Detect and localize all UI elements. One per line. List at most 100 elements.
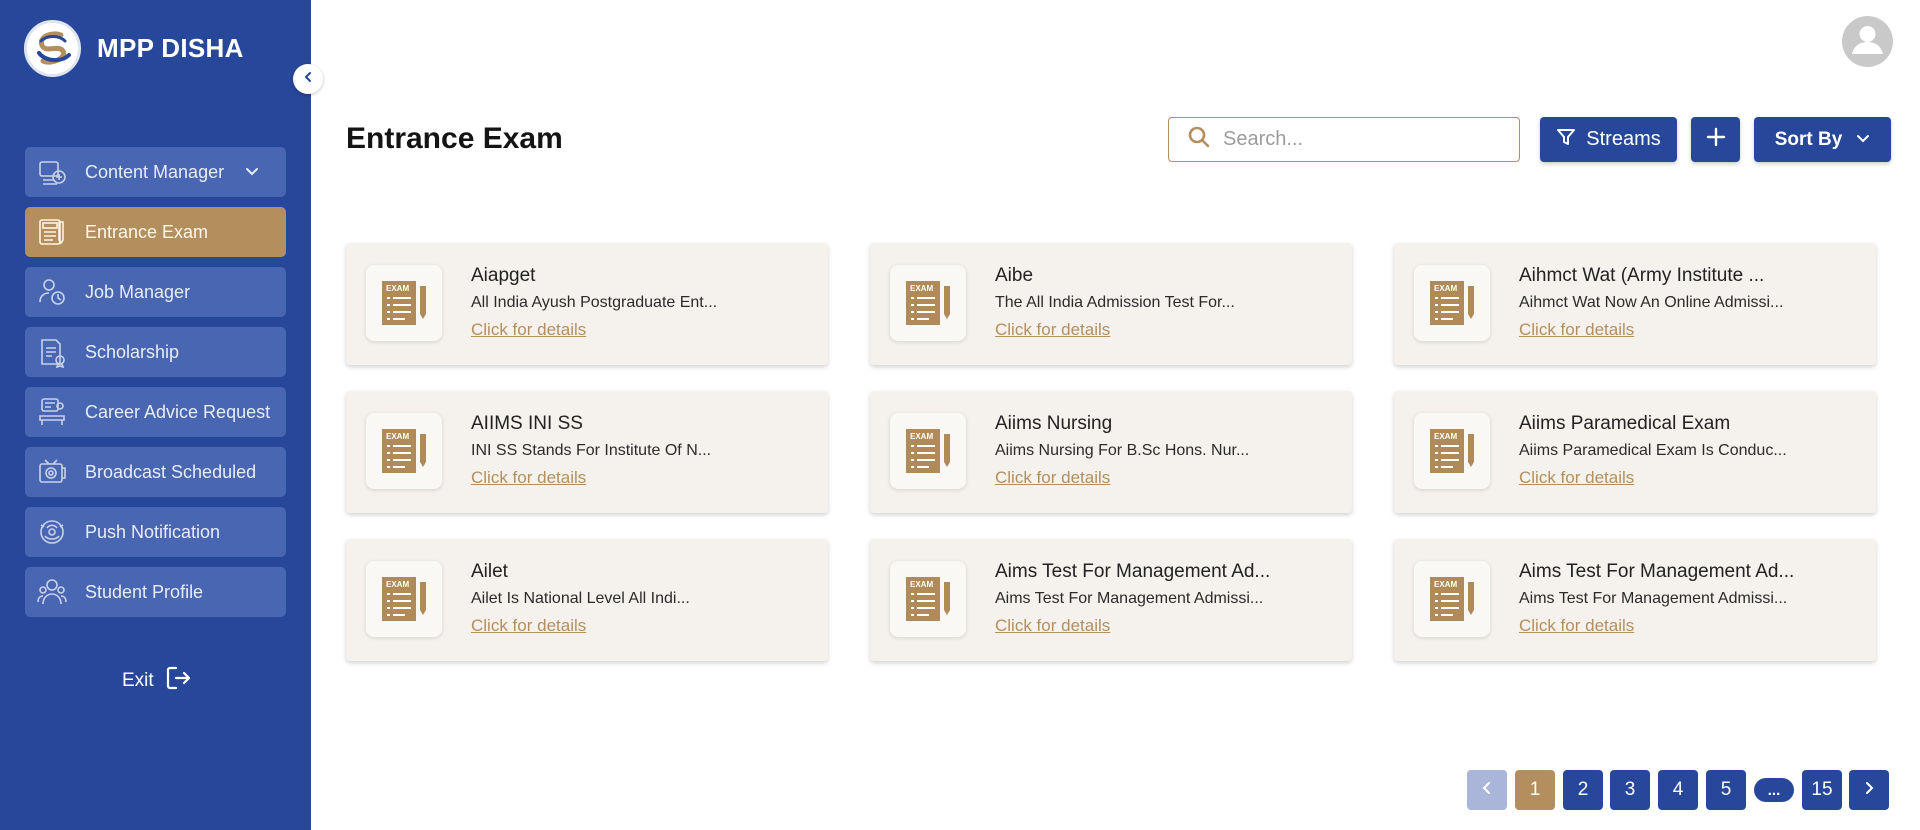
exam-label: EXAM <box>386 284 409 293</box>
exam-title: Aims Test For Management Ad... <box>995 561 1271 582</box>
details-link[interactable]: Click for details <box>1519 616 1634 636</box>
exam-label: EXAM <box>910 432 933 441</box>
career-advice-icon <box>35 395 69 429</box>
sidebar-item-student-profile[interactable]: Student Profile <box>25 567 286 617</box>
plus-icon <box>1706 127 1726 153</box>
exam-title: Aiapget <box>471 265 536 286</box>
exam-card[interactable]: EXAM Aihmct Wat (Army Institute ... Aihm… <box>1394 243 1876 365</box>
student-profile-icon <box>35 575 69 609</box>
scholarship-icon <box>35 335 69 369</box>
exam-card[interactable]: EXAM Aims Test For Management Ad... Aims… <box>870 539 1352 661</box>
exam-label: EXAM <box>910 284 933 293</box>
broadcast-icon <box>35 455 69 489</box>
pagination-page-5[interactable]: 5 <box>1706 770 1746 810</box>
filter-icon <box>1556 127 1576 153</box>
exam-icon: EXAM <box>366 561 442 637</box>
exam-title: Aiims Nursing <box>995 413 1113 434</box>
exam-card[interactable]: EXAM Aiims Nursing Aiims Nursing For B.S… <box>870 391 1352 513</box>
job-manager-icon <box>35 275 69 309</box>
exam-title: Aims Test For Management Ad... <box>1519 561 1795 582</box>
search-box[interactable] <box>1168 117 1520 162</box>
pagination-next-button[interactable] <box>1849 770 1889 810</box>
add-exam-button[interactable] <box>1691 117 1740 162</box>
sidebar: MPP DISHA Content Manager Entrance Exam … <box>0 0 311 830</box>
details-link[interactable]: Click for details <box>1519 320 1634 340</box>
exam-label: EXAM <box>386 432 409 441</box>
chevron-left-icon <box>1480 779 1494 801</box>
details-link[interactable]: Click for details <box>471 320 586 340</box>
sidebar-item-label: Entrance Exam <box>85 221 209 242</box>
user-avatar[interactable] <box>1842 16 1893 67</box>
details-link[interactable]: Click for details <box>1519 468 1634 488</box>
logo-icon <box>24 20 81 77</box>
exam-card[interactable]: EXAM Aiims Paramedical Exam Aiims Parame… <box>1394 391 1876 513</box>
exam-label: EXAM <box>910 580 933 589</box>
exam-title: AIIMS INI SS <box>471 413 583 434</box>
exam-card[interactable]: EXAM Aibe The All India Admission Test F… <box>870 243 1352 365</box>
sort-by-label: Sort By <box>1774 128 1843 150</box>
pagination-page-3[interactable]: 3 <box>1610 770 1650 810</box>
sidebar-item-broadcast-scheduled[interactable]: Broadcast Scheduled <box>25 447 286 497</box>
exit-button[interactable]: Exit <box>122 664 192 698</box>
page-title: Entrance Exam <box>346 122 563 155</box>
exam-icon: EXAM <box>366 265 442 341</box>
exam-description: The All India Admission Test For... <box>995 294 1235 311</box>
exam-description: INI SS Stands For Institute Of N... <box>471 442 712 459</box>
sidebar-item-scholarship[interactable]: Scholarship <box>25 327 286 377</box>
pagination-page-last[interactable]: 15 <box>1802 770 1842 810</box>
brand: MPP DISHA <box>24 20 244 77</box>
streams-label: Streams <box>1586 128 1661 150</box>
pagination-page-2[interactable]: 2 <box>1563 770 1603 810</box>
sidebar-item-label: Broadcast Scheduled <box>85 461 257 482</box>
sidebar-item-content-manager[interactable]: Content Manager <box>25 147 286 197</box>
exam-icon: EXAM <box>1414 413 1490 489</box>
exam-description: Aiims Paramedical Exam Is Conduc... <box>1519 442 1787 459</box>
chevron-right-icon <box>1862 779 1876 801</box>
exam-icon: EXAM <box>1414 265 1490 341</box>
search-icon <box>1187 125 1211 154</box>
sidebar-item-entrance-exam[interactable]: Entrance Exam <box>25 207 286 257</box>
exam-title: Ailet <box>471 561 508 582</box>
exam-icon: EXAM <box>890 413 966 489</box>
chevron-left-icon <box>302 70 314 88</box>
details-link[interactable]: Click for details <box>995 320 1110 340</box>
streams-filter-button[interactable]: Streams <box>1540 117 1677 162</box>
sidebar-item-job-manager[interactable]: Job Manager <box>25 267 286 317</box>
search-input[interactable] <box>1223 128 1503 151</box>
exam-card[interactable]: EXAM Aims Test For Management Ad... Aims… <box>1394 539 1876 661</box>
exit-label: Exit <box>122 670 154 691</box>
details-link[interactable]: Click for details <box>471 468 586 488</box>
pagination-prev-button[interactable] <box>1467 770 1507 810</box>
exam-description: All India Ayush Postgraduate Ent... <box>471 294 718 311</box>
details-link[interactable]: Click for details <box>995 616 1110 636</box>
sort-by-dropdown[interactable]: Sort By <box>1754 117 1891 162</box>
logout-icon <box>164 664 192 698</box>
exam-description: Aihmct Wat Now An Online Admissi... <box>1519 294 1784 311</box>
exam-description: Aiims Nursing For B.Sc Hons. Nur... <box>995 442 1250 459</box>
exam-title: Aiims Paramedical Exam <box>1519 413 1731 434</box>
exam-title: Aihmct Wat (Army Institute ... <box>1519 265 1765 286</box>
chevron-down-icon <box>244 164 260 185</box>
sidebar-item-label: Content Manager <box>85 161 225 182</box>
details-link[interactable]: Click for details <box>995 468 1110 488</box>
sidebar-item-career-advice-request[interactable]: Career Advice Request <box>25 387 286 437</box>
exam-label: EXAM <box>1434 580 1457 589</box>
exam-icon: EXAM <box>890 561 966 637</box>
exam-title: Aibe <box>995 265 1034 286</box>
user-icon <box>1842 16 1893 67</box>
sidebar-nav: Content Manager Entrance Exam Job Manage… <box>25 147 286 627</box>
exam-card[interactable]: EXAM Aiapget All India Ayush Postgraduat… <box>346 243 828 365</box>
sidebar-collapse-button[interactable] <box>293 64 323 94</box>
exam-description: Aims Test For Management Admissi... <box>995 590 1264 607</box>
details-link[interactable]: Click for details <box>471 616 586 636</box>
sidebar-item-label: Scholarship <box>85 341 180 362</box>
exam-card[interactable]: EXAM AIIMS INI SS INI SS Stands For Inst… <box>346 391 828 513</box>
sidebar-item-push-notification[interactable]: Push Notification <box>25 507 286 557</box>
pagination-ellipsis[interactable]: ... <box>1754 778 1794 802</box>
pagination-page-4[interactable]: 4 <box>1658 770 1698 810</box>
pagination-page-1[interactable]: 1 <box>1515 770 1555 810</box>
exam-icon: EXAM <box>366 413 442 489</box>
exam-icon: EXAM <box>1414 561 1490 637</box>
push-notification-icon <box>35 515 69 549</box>
exam-card[interactable]: EXAM Ailet Ailet Is National Level All I… <box>346 539 828 661</box>
